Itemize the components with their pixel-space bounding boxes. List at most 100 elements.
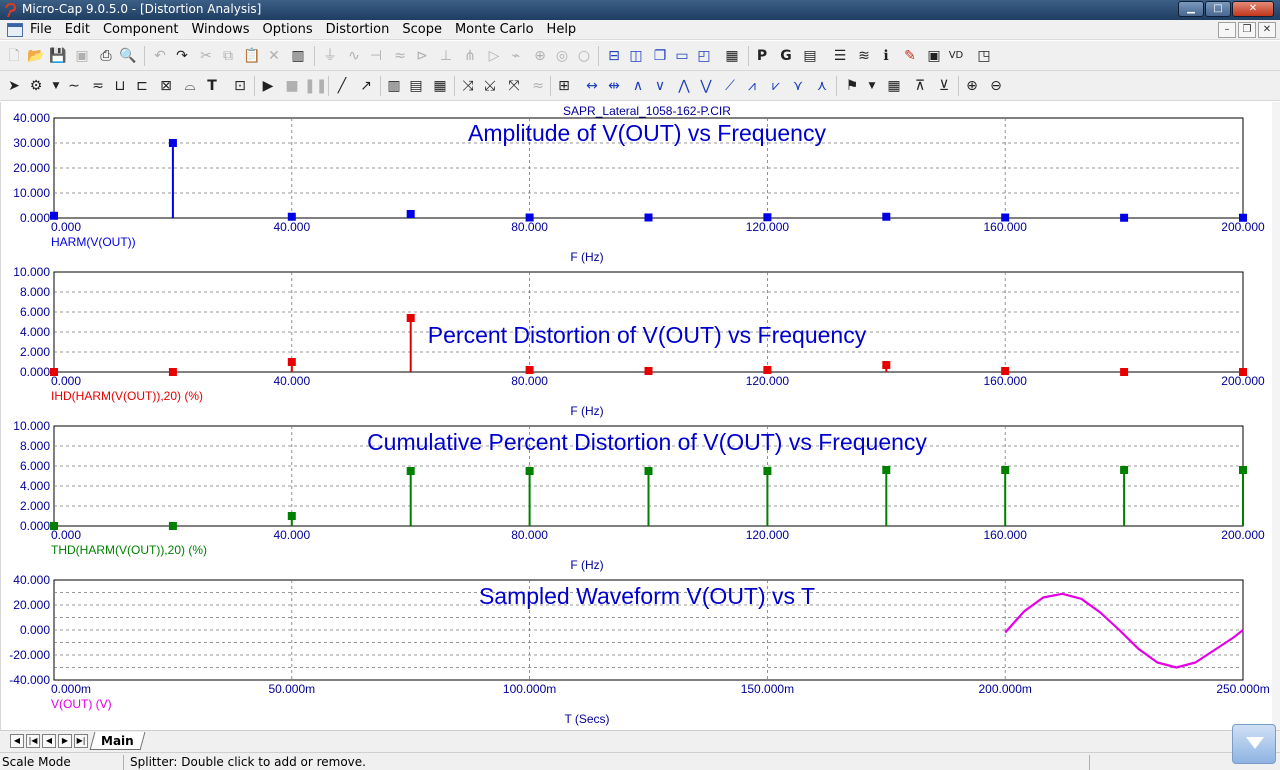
grid-g-icon[interactable]: G bbox=[776, 46, 796, 66]
prev-page-button[interactable]: ◀ bbox=[42, 734, 56, 748]
grid-icon-3[interactable]: ▦ bbox=[430, 76, 450, 96]
current-source-icon[interactable]: ◎ bbox=[552, 46, 572, 66]
switch-icon[interactable]: ⌁ bbox=[506, 46, 526, 66]
pause-icon[interactable]: ❚❚ bbox=[304, 76, 327, 96]
capacitor-icon[interactable]: ⊣ bbox=[366, 46, 386, 66]
global-high-icon[interactable]: ⩘ bbox=[742, 76, 762, 96]
battery-icon[interactable]: ⊥ bbox=[436, 46, 456, 66]
menu-component[interactable]: Component bbox=[103, 22, 178, 37]
mode-icon-5[interactable]: ⊠ bbox=[156, 76, 176, 96]
new-file-icon[interactable]: 🗋 bbox=[4, 46, 24, 66]
text-tool-icon[interactable]: T bbox=[202, 76, 222, 96]
cursor-icon-2[interactable]: ⤩ bbox=[480, 76, 500, 96]
list-icon[interactable]: ☰ bbox=[830, 46, 850, 66]
menu-windows[interactable]: Windows bbox=[191, 22, 249, 37]
component-mode-icon[interactable]: ⚙ bbox=[26, 76, 46, 96]
info-mode-icon[interactable]: ⊡ bbox=[230, 76, 250, 96]
cut-icon[interactable]: ✂ bbox=[196, 46, 216, 66]
split-vertical-icon[interactable]: ◫ bbox=[626, 46, 646, 66]
zoom-in-icon[interactable]: ⊕ bbox=[962, 76, 982, 96]
first-page-button[interactable]: ◀ bbox=[10, 734, 24, 748]
peak-left-icon[interactable]: ↔ bbox=[582, 76, 602, 96]
print-icon[interactable]: ⎙ bbox=[96, 46, 116, 66]
resistor-icon[interactable]: ∿ bbox=[344, 46, 364, 66]
save-all-icon[interactable]: ▣ bbox=[72, 46, 92, 66]
window-icon[interactable]: ◰ bbox=[694, 46, 714, 66]
paste-icon[interactable]: 📋 bbox=[242, 46, 262, 66]
analysis-window-icon[interactable]: ◳ bbox=[974, 46, 994, 66]
high-icon[interactable]: ⋀ bbox=[674, 76, 694, 96]
mode-icon-3[interactable]: ⊔ bbox=[110, 76, 130, 96]
inductor-icon[interactable]: ≈ bbox=[390, 46, 410, 66]
menu-file[interactable]: File bbox=[30, 22, 52, 37]
peak-right-icon[interactable]: ⇹ bbox=[604, 76, 624, 96]
table-icon[interactable]: ▦ bbox=[884, 76, 904, 96]
next-page-button[interactable]: ▶ bbox=[58, 734, 72, 748]
line-tool-icon[interactable]: ╱ bbox=[332, 76, 352, 96]
mdi-close-button[interactable]: ✕ bbox=[1258, 22, 1276, 38]
select-arrow-icon[interactable]: ➤ bbox=[4, 76, 24, 96]
save-icon[interactable]: 💾 bbox=[48, 46, 68, 66]
bottom-icon[interactable]: ⋏ bbox=[812, 76, 832, 96]
source-icon[interactable]: ⊕ bbox=[530, 46, 550, 66]
probe-icon[interactable]: ✎ bbox=[900, 46, 920, 66]
menu-options[interactable]: Options bbox=[262, 22, 312, 37]
copy-icon[interactable]: ⧉ bbox=[218, 46, 238, 66]
ground-icon[interactable]: ⏚ bbox=[320, 46, 340, 66]
waveform-icon[interactable]: ≋ bbox=[854, 46, 874, 66]
cursor-icon-4[interactable]: ≈ bbox=[528, 76, 548, 96]
tag-vertical-icon[interactable]: ⊻ bbox=[934, 76, 954, 96]
peak-icon[interactable]: ∧ bbox=[628, 76, 648, 96]
dropdown-arrow-icon[interactable]: ▼ bbox=[46, 76, 66, 96]
document-system-icon[interactable] bbox=[7, 23, 23, 37]
wire-mode-icon[interactable]: ∼ bbox=[64, 76, 84, 96]
menu-edit[interactable]: Edit bbox=[65, 22, 90, 37]
low-icon[interactable]: ⋁ bbox=[696, 76, 716, 96]
arrow-tool-icon[interactable]: ↗ bbox=[356, 76, 376, 96]
menu-help[interactable]: Help bbox=[547, 22, 577, 37]
menu-scope[interactable]: Scope bbox=[402, 22, 442, 37]
calculator-icon[interactable]: ▦ bbox=[722, 46, 742, 66]
zoom-out-icon[interactable]: ⊖ bbox=[986, 76, 1006, 96]
select-all-icon[interactable]: ▥ bbox=[288, 46, 308, 66]
mdi-minimize-button[interactable]: – bbox=[1218, 22, 1236, 38]
page-icon[interactable]: ▤ bbox=[800, 46, 820, 66]
undo-icon[interactable]: ↶ bbox=[150, 46, 170, 66]
valley-icon[interactable]: ∨ bbox=[650, 76, 670, 96]
global-low-icon[interactable]: ⩗ bbox=[766, 76, 786, 96]
menu-distortion[interactable]: Distortion bbox=[326, 22, 390, 37]
cursor-icon-1[interactable]: ⤨ bbox=[458, 76, 478, 96]
properties-p-icon[interactable]: P bbox=[752, 46, 772, 66]
window-maximize-button[interactable]: □ bbox=[1205, 1, 1231, 17]
plot-window-icon[interactable]: ▣ bbox=[924, 46, 944, 66]
top-icon[interactable]: ⋎ bbox=[788, 76, 808, 96]
cascade-icon[interactable]: ❐ bbox=[650, 46, 670, 66]
sine-source-icon[interactable]: ○ bbox=[574, 46, 594, 66]
mode-icon-4[interactable]: ⊏ bbox=[132, 76, 152, 96]
plot-area[interactable]: SAPR_Lateral_1058-162-P.CIR 0.000 10.000 2… bbox=[0, 102, 1280, 730]
print-preview-icon[interactable]: 🔍 bbox=[118, 46, 138, 66]
tag-dropdown-icon[interactable]: ▼ bbox=[862, 76, 882, 96]
window-close-button[interactable]: ✕ bbox=[1232, 1, 1274, 17]
grid-icon-2[interactable]: ▤ bbox=[406, 76, 426, 96]
cursor-icon-3[interactable]: ⤧ bbox=[504, 76, 524, 96]
stop-icon[interactable]: ■ bbox=[282, 76, 302, 96]
window-minimize-button[interactable]: ▁ bbox=[1178, 1, 1204, 17]
last-page-button[interactable]: ▶| bbox=[74, 734, 88, 748]
distortion-plots[interactable]: SAPR_Lateral_1058-162-P.CIR 0.000 10.000 2… bbox=[1, 102, 1273, 730]
prev-page-fast-button[interactable]: |◀ bbox=[26, 734, 40, 748]
diode-icon[interactable]: ⊳ bbox=[412, 46, 432, 66]
vertical-scrollbar[interactable] bbox=[1272, 102, 1280, 730]
run-icon[interactable]: ▶ bbox=[258, 76, 278, 96]
info-icon[interactable]: ℹ bbox=[876, 46, 896, 66]
delete-icon[interactable]: ✕ bbox=[264, 46, 284, 66]
grid-icon-1[interactable]: ▥ bbox=[384, 76, 404, 96]
tab-main[interactable]: Main bbox=[89, 732, 146, 750]
mdi-restore-button[interactable]: ❐ bbox=[1238, 22, 1256, 38]
open-file-icon[interactable]: 📂 bbox=[26, 46, 46, 66]
transistor-icon[interactable]: ⋔ bbox=[460, 46, 480, 66]
inflection-icon[interactable]: ⟋ bbox=[720, 76, 740, 96]
tile-icon[interactable]: ▭ bbox=[672, 46, 692, 66]
menu-monte-carlo[interactable]: Monte Carlo bbox=[455, 22, 534, 37]
mode-icon-6[interactable]: ⌓ bbox=[180, 76, 200, 96]
